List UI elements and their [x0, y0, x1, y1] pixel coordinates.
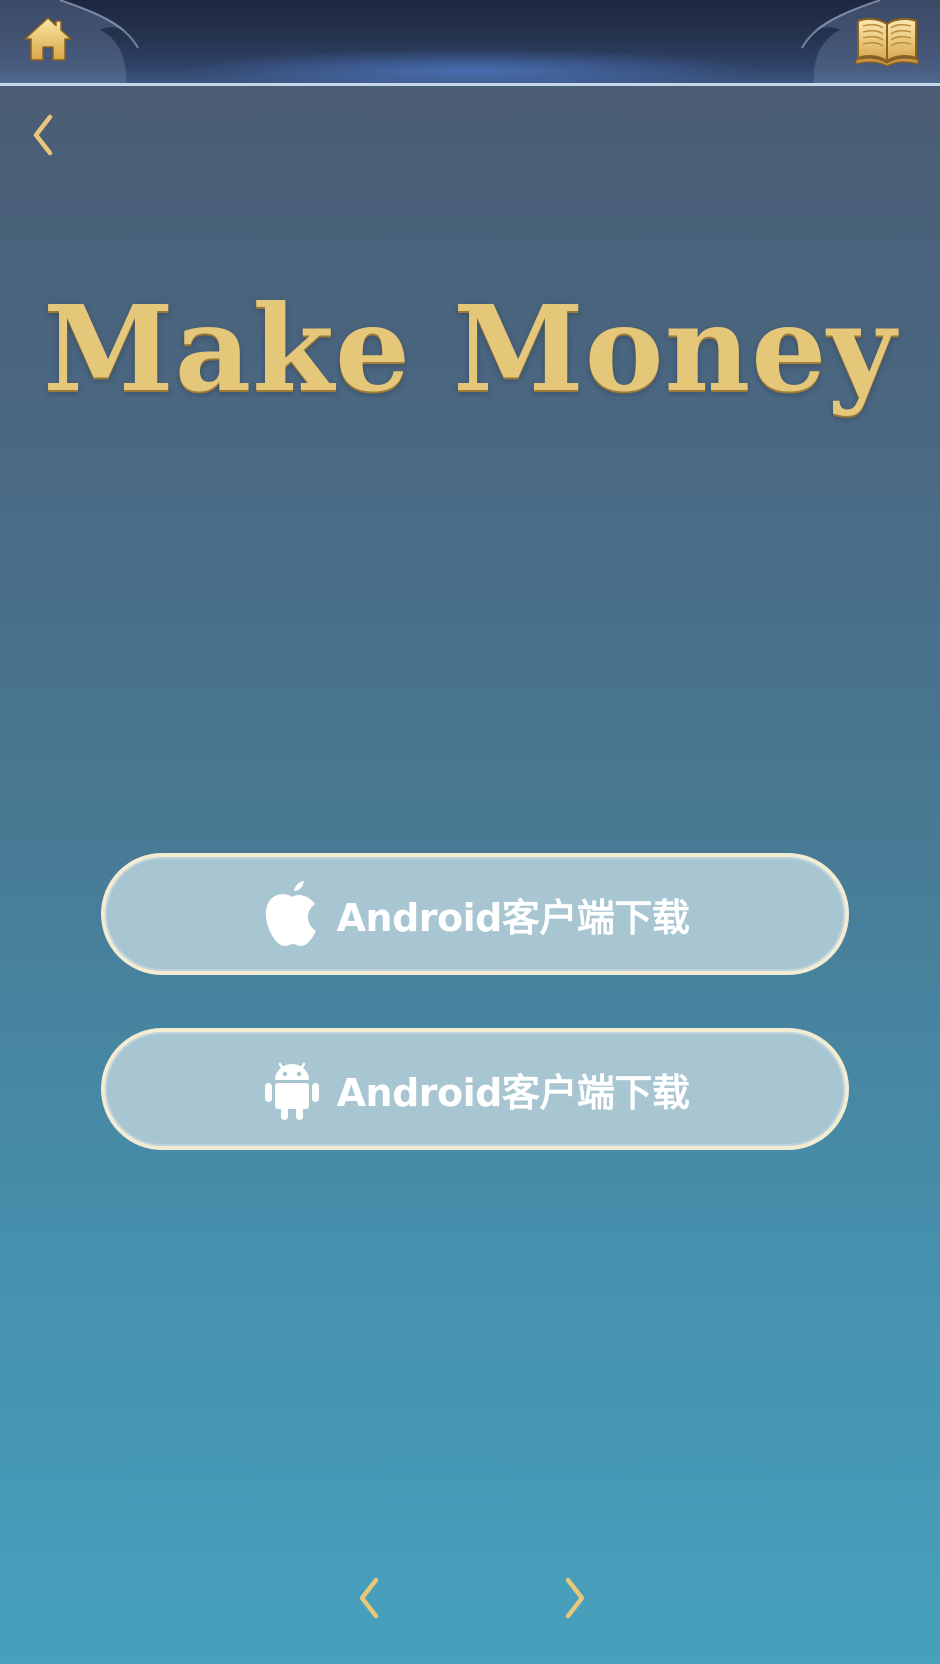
ios-download-label: Android客户端下载	[336, 895, 690, 940]
back-button[interactable]	[26, 110, 62, 160]
apple-icon	[265, 881, 316, 946]
android-download-label: Android客户端下载	[336, 1070, 690, 1115]
ios-download-button[interactable]: Android客户端下载	[101, 853, 849, 975]
chevron-left-icon	[33, 114, 53, 156]
app-screen: Make Money Android客户端下载 Android客户端下载	[0, 0, 940, 1664]
page-title: Make Money	[43, 279, 897, 418]
home-button[interactable]	[22, 14, 74, 66]
android-icon	[264, 1062, 319, 1120]
open-book-button[interactable]	[854, 12, 920, 68]
chevron-right-icon	[565, 1577, 585, 1619]
top-nav-bar	[0, 0, 940, 86]
android-download-button[interactable]: Android客户端下载	[101, 1028, 849, 1150]
prev-page-button[interactable]	[352, 1572, 388, 1624]
chevron-left-icon	[359, 1577, 379, 1619]
open-book-icon	[855, 18, 919, 67]
home-icon	[24, 17, 72, 61]
next-page-button[interactable]	[556, 1572, 592, 1624]
